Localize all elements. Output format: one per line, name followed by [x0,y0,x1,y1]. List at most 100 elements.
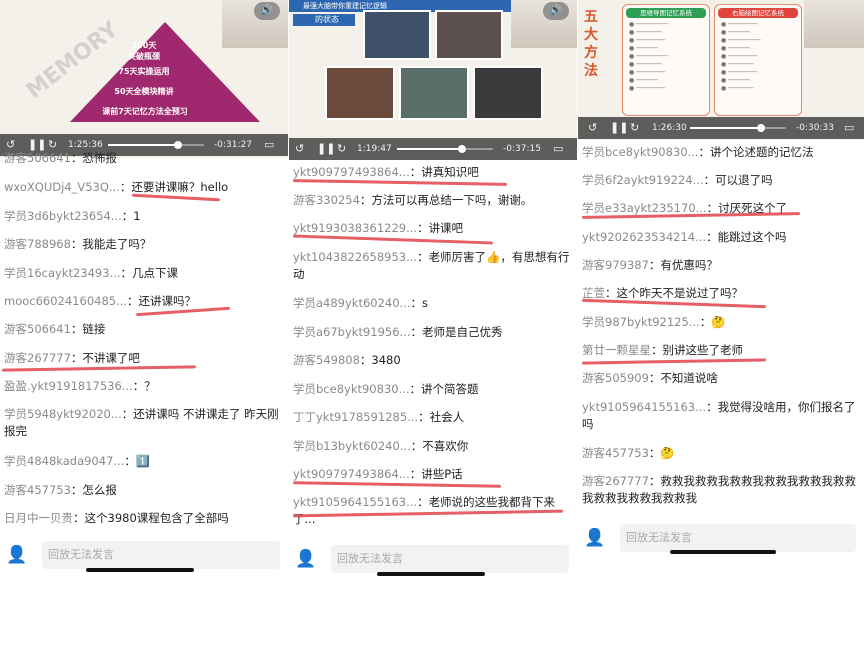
rewind-15-icon[interactable]: ↺ [588,120,597,136]
presenter-thumbnail [804,0,864,48]
chat-input[interactable]: 回放无法发言 [42,541,280,569]
speaker-icon[interactable]: 🔊 [254,2,280,20]
home-indicator [377,572,485,576]
rewind-15-icon[interactable]: ↺ [295,141,304,157]
message-text: 这个昨天不是说过了吗？ [616,286,744,300]
chat-message: 学员16caykt23493...：几点下课 [4,266,179,280]
sender-name: 丁丁ykt9178591285... [293,410,419,424]
user-avatar-icon[interactable]: 👤 [6,545,27,565]
remaining-time: -0:37:15 [503,144,541,154]
chat-message: 学员5948ykt92020...：还讲课吗 不讲课走了 昨天刚报完 [4,407,279,438]
pause-icon[interactable]: ❚❚ [610,120,628,136]
slide-side-title: 五大方法 [584,9,598,79]
airplay-icon[interactable]: ▭ [844,120,854,136]
message-text: 还要讲课嘛？hello [131,180,229,194]
message-text: 1️⃣ [135,454,151,468]
sender-name: ykt909797493864... [293,467,410,481]
message-text: 🤔 [711,315,726,329]
chat-input[interactable]: 回放无法发言 [620,524,856,552]
progress-fill [397,148,463,150]
message-text: 不知道说啥 [660,371,718,385]
progress-fill [108,144,179,146]
chat-message: 学员b13bykt60240...：不喜欢你 [293,439,469,453]
sender-name: 学员bce8ykt90830... [293,382,410,396]
forward-15-icon[interactable]: ↻ [630,120,639,136]
chat-message: 学员4848kada9047...：1️⃣ [4,454,151,468]
airplay-icon[interactable]: ▭ [553,141,563,157]
chat-message: 游客267777：不讲课了吧 [4,351,140,365]
chat-message: 第廿一颗星星：别讲这些了老师 [582,343,743,357]
home-indicator [670,550,776,554]
slide-step-2: 75天实操运用 [118,67,170,76]
chat-message: 学员bce8ykt90830...：讲个论述题的记忆法 [582,145,814,159]
message-text: 几点下课 [132,266,179,280]
user-avatar-icon[interactable]: 👤 [584,528,605,548]
pause-icon[interactable]: ❚❚ [317,141,335,157]
video-player[interactable]: 五大方法 思维导图记忆系统 ● ───────── ● ─────── ● ────… [578,0,864,140]
message-text: 讲个简答题 [421,382,479,396]
sender-name: 游客506641 [4,151,71,165]
chat-message: ykt9193038361229...：讲课吧 [293,221,464,235]
slide-card: 思维导图记忆系统 ● ───────── ● ─────── ● ──────── ●… [622,4,710,116]
message-text: 可以退了吗 [715,173,773,187]
message-text: 不讲课了吧 [82,351,140,365]
sender-name: 学员5948ykt92020... [4,407,122,421]
sender-name: 游客267777 [4,351,71,365]
sender-name: mooc66024160485... [4,294,128,308]
message-text: 讲个论述题的记忆法 [710,145,814,159]
message-text: 🤔 [660,446,675,460]
message-text: 3480 [371,353,401,367]
chat-input[interactable]: 回放无法发言 [331,545,569,573]
message-text: 老师是自己优秀 [422,325,503,339]
progress-knob[interactable] [458,145,467,153]
slide-photo [473,66,543,120]
chat-message: 学员6f2aykt919224...：可以退了吗 [582,173,773,187]
elapsed-time: 1:26:30 [652,123,687,133]
chat-message: 学员3d6bykt23654...：1 [4,209,141,223]
chat-message: 学员a489ykt60240...：s [293,296,429,310]
sender-name: 游客788968 [4,237,71,251]
chat-message: 游客505909：不知道说啥 [582,371,718,385]
message-text: 不喜欢你 [422,439,469,453]
sender-name: 游客549808 [293,353,360,367]
chat-message: 学员987bykt92125...：🤔 [582,315,726,329]
chat-message: 游客267777：救救我救救我救救我救救我救救我救救我救救我救救我救救我 [582,474,856,505]
speaker-icon[interactable]: 🔊 [543,2,569,20]
message-text: 讲些P话 [421,467,463,481]
sender-name: ykt9193038361229... [293,221,418,235]
chat-message: 游客330254：方法可以再总结一下吗，谢谢。 [293,193,533,207]
slide-photo [325,66,395,120]
sender-name: 日月中一贝贵 [4,511,73,525]
message-text: 这个3980课程包含了全部吗 [84,511,229,525]
red-underline-mark [581,358,767,365]
forward-15-icon[interactable]: ↻ [337,141,346,157]
user-avatar-icon[interactable]: 👤 [295,549,316,569]
sender-name: ykt1043822658953... [293,250,418,264]
sender-name: ykt909797493864... [293,165,410,179]
video-player[interactable]: 最强大脑带你重建记忆逻辑 的状态 🔊 ↺ ❚❚ ↻ 1:19:47 -0:37:… [289,0,577,160]
slide-step-1: 100天 突破瓶颈 [128,41,160,61]
chat-message: 游客457753：怎么报 [4,483,117,497]
sender-name: 游客457753 [4,483,71,497]
chat-message: ykt909797493864...：讲些P话 [293,467,463,481]
progress-bar[interactable] [397,145,493,153]
slide-step-3: 50天全模块精讲 [114,87,174,96]
sender-name: 学员a489ykt60240... [293,296,411,310]
elapsed-time: 1:19:47 [357,144,392,154]
sender-name: 学员3d6bykt23654... [4,209,122,223]
progress-bar[interactable] [690,124,786,132]
progress-bar[interactable] [108,141,204,149]
video-player[interactable]: MEMORY 100天 突破瓶颈 75天实操运用 50天全模块精讲 课前7天记忆… [0,0,288,158]
sender-name: 游客330254 [293,193,360,207]
chat-message: 游客506641：链接 [4,322,106,336]
sender-name: 学员987bykt92125... [582,315,700,329]
slide-caption: 的状态 [293,14,355,26]
chat-replay-panel-1: MEMORY 100天 突破瓶颈 75天实操运用 50天全模块精讲 课前7天记忆… [0,0,288,580]
message-text: 能跳过这个吗 [717,230,787,244]
slide-card-title: 思维导图记忆系统 [626,8,706,18]
chat-message: mooc66024160485...：还讲课吗？ [4,294,197,308]
sender-name: 游客267777 [582,474,649,488]
progress-knob[interactable] [174,141,183,149]
message-text: 怎么报 [82,483,117,497]
progress-knob[interactable] [757,124,766,132]
